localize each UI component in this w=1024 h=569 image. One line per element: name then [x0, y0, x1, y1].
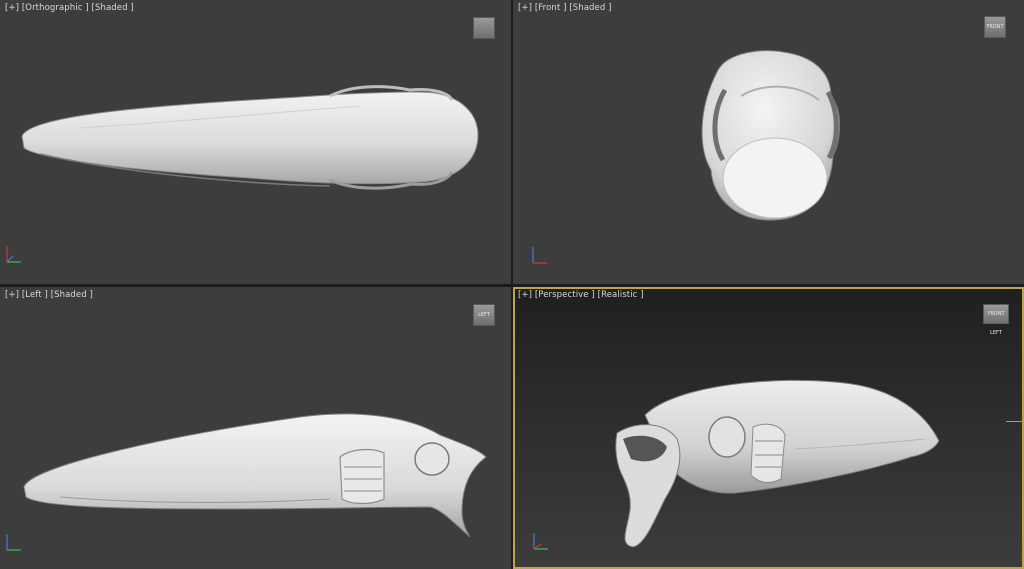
viewport-left[interactable]: [+] [Left ] [Shaded ] LEFT	[0, 287, 511, 569]
viewport-perspective[interactable]: [+] [Perspective ] [Realistic ] FRONT LE…	[513, 287, 1024, 569]
axis-tripod-icon	[533, 533, 548, 550]
viewport-front[interactable]: [+] [Front ] [Shaded ] FRONT	[513, 0, 1024, 284]
fish-model-top-view	[21, 85, 479, 190]
fish-model-front-view	[701, 50, 840, 221]
axis-tripod-icon	[532, 247, 547, 264]
axis-tripod-icon	[6, 246, 21, 263]
axis-tripod-icon	[6, 534, 21, 551]
viewport-grid: [+] [Orthographic ] [Shaded ] [+] [Front…	[0, 0, 1024, 569]
viewport-orthographic[interactable]: [+] [Orthographic ] [Shaded ]	[0, 0, 511, 284]
fish-model-left-view	[23, 413, 487, 538]
fish-model-perspective-view	[615, 379, 940, 548]
